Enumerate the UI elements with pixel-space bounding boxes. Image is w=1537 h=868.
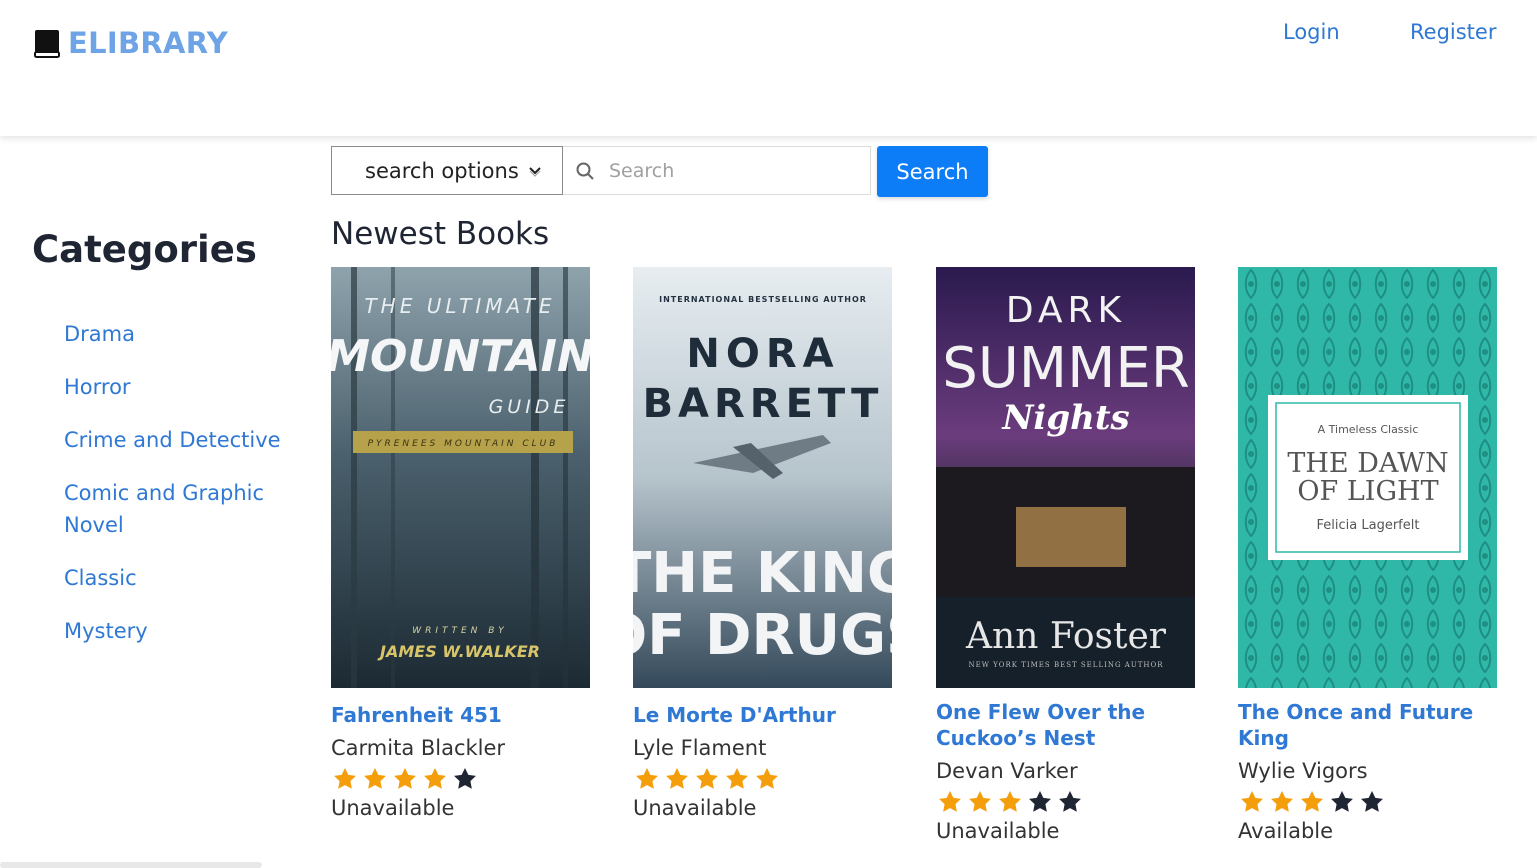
category-item-classic[interactable]: Classic xyxy=(64,562,304,594)
availability-status: Unavailable xyxy=(936,819,1060,843)
star-filled-icon xyxy=(999,790,1021,812)
category-item-horror[interactable]: Horror xyxy=(64,371,304,403)
svg-text:OF DRUGS: OF DRUGS xyxy=(633,603,892,668)
svg-text:OF LIGHT: OF LIGHT xyxy=(1297,476,1438,507)
availability-status: Unavailable xyxy=(331,796,455,820)
categories-heading: Categories xyxy=(32,228,257,271)
star-empty-icon xyxy=(1059,790,1081,812)
book-title-link[interactable]: Fahrenheit 451 xyxy=(331,702,591,728)
rating-stars xyxy=(1238,789,1498,815)
book-author: Wylie Vigors xyxy=(1238,759,1368,783)
category-item-comic-and-graphic-novel[interactable]: Comic and Graphic Novel xyxy=(64,477,304,541)
star-empty-icon xyxy=(454,767,476,789)
brand-name: ELIBRARY xyxy=(68,26,229,60)
category-item-mystery[interactable]: Mystery xyxy=(64,615,304,647)
star-filled-icon xyxy=(1271,790,1293,812)
star-filled-icon xyxy=(636,767,658,789)
book-cover-image[interactable]: THE ULTIMATE MOUNTAIN GUIDE PYRENEES MOU… xyxy=(331,267,590,688)
search-bar: search options Search xyxy=(331,146,988,197)
svg-text:GUIDE: GUIDE xyxy=(489,396,570,418)
availability-status: Available xyxy=(1238,819,1334,843)
star-filled-icon xyxy=(939,790,961,812)
book-card: A Timeless Classic THE DAWN OF LIGHT Fel… xyxy=(1238,267,1498,843)
rating-stars xyxy=(936,789,1196,815)
book-title-link[interactable]: The Once and Future King xyxy=(1238,699,1498,751)
category-item-crime-and-detective[interactable]: Crime and Detective xyxy=(64,424,304,456)
category-item-drama[interactable]: Drama xyxy=(64,318,304,350)
svg-text:JAMES W.WALKER: JAMES W.WALKER xyxy=(377,642,540,661)
star-filled-icon xyxy=(969,790,991,812)
book-author: Carmita Blackler xyxy=(331,736,506,760)
book-title-link[interactable]: One Flew Over the Cuckoo’s Nest xyxy=(936,699,1196,751)
search-options-label: search options xyxy=(365,158,519,183)
star-empty-icon xyxy=(1331,790,1353,812)
svg-text:SUMMER: SUMMER xyxy=(942,336,1189,401)
book-card: DARK SUMMER Nights Ann Foster NEW YORK T… xyxy=(936,267,1196,843)
brand-logo[interactable]: ELIBRARY xyxy=(34,26,228,60)
svg-text:MOUNTAIN: MOUNTAIN xyxy=(331,331,590,382)
chevron-down-icon xyxy=(529,167,541,177)
svg-text:DARK: DARK xyxy=(1006,290,1126,331)
book-cover-image[interactable]: DARK SUMMER Nights Ann Foster NEW YORK T… xyxy=(936,267,1195,688)
top-navbar: ELIBRARY Login Register xyxy=(0,0,1537,136)
login-link[interactable]: Login xyxy=(1283,20,1340,44)
star-filled-icon xyxy=(1301,790,1323,812)
star-filled-icon xyxy=(424,767,446,789)
search-button[interactable]: Search xyxy=(877,146,988,197)
star-filled-icon xyxy=(756,767,778,789)
svg-text:Ann Foster: Ann Foster xyxy=(965,616,1167,657)
search-field[interactable] xyxy=(563,146,871,195)
star-filled-icon xyxy=(1241,790,1263,812)
book-cover-image[interactable]: A Timeless Classic THE DAWN OF LIGHT Fel… xyxy=(1238,267,1497,688)
book-card: INTERNATIONAL BESTSELLING AUTHOR NORA BA… xyxy=(633,267,893,820)
svg-text:PYRENEES MOUNTAIN CLUB: PYRENEES MOUNTAIN CLUB xyxy=(368,439,559,449)
search-input[interactable] xyxy=(607,158,851,183)
star-filled-icon xyxy=(726,767,748,789)
star-filled-icon xyxy=(696,767,718,789)
svg-text:INTERNATIONAL BESTSELLING AUTH: INTERNATIONAL BESTSELLING AUTHOR xyxy=(659,295,867,304)
svg-text:BARRETT: BARRETT xyxy=(643,381,884,427)
book-icon xyxy=(34,30,60,58)
search-icon xyxy=(576,162,594,180)
svg-text:THE ULTIMATE: THE ULTIMATE xyxy=(364,294,555,318)
book-author: Lyle Flament xyxy=(633,736,767,760)
svg-text:Felicia Lagerfelt: Felicia Lagerfelt xyxy=(1317,518,1420,533)
svg-text:Nights: Nights xyxy=(1001,398,1129,438)
svg-text:NEW YORK TIMES BEST SELLING AU: NEW YORK TIMES BEST SELLING AUTHOR xyxy=(968,661,1163,669)
category-list: Drama Horror Crime and Detective Comic a… xyxy=(64,318,304,668)
star-empty-icon xyxy=(1361,790,1383,812)
register-link[interactable]: Register xyxy=(1410,20,1496,44)
book-card: THE ULTIMATE MOUNTAIN GUIDE PYRENEES MOU… xyxy=(331,267,591,820)
svg-text:A Timeless Classic: A Timeless Classic xyxy=(1318,423,1419,436)
star-filled-icon xyxy=(334,767,356,789)
rating-stars xyxy=(331,766,591,792)
book-author: Devan Varker xyxy=(936,759,1078,783)
book-cover-image[interactable]: INTERNATIONAL BESTSELLING AUTHOR NORA BA… xyxy=(633,267,892,688)
book-title-link[interactable]: Le Morte D'Arthur xyxy=(633,702,893,728)
star-empty-icon xyxy=(1029,790,1051,812)
search-options-select[interactable]: search options xyxy=(331,146,563,195)
svg-text:WRITTEN BY: WRITTEN BY xyxy=(412,626,508,636)
star-filled-icon xyxy=(666,767,688,789)
star-filled-icon xyxy=(364,767,386,789)
svg-text:NORA: NORA xyxy=(686,331,839,377)
svg-text:THE DAWN: THE DAWN xyxy=(1287,448,1448,479)
horizontal-scrollbar[interactable] xyxy=(0,862,262,868)
rating-stars xyxy=(633,766,893,792)
star-filled-icon xyxy=(394,767,416,789)
newest-books-heading: Newest Books xyxy=(331,216,550,252)
svg-text:THE KING: THE KING xyxy=(633,541,892,606)
availability-status: Unavailable xyxy=(633,796,757,820)
